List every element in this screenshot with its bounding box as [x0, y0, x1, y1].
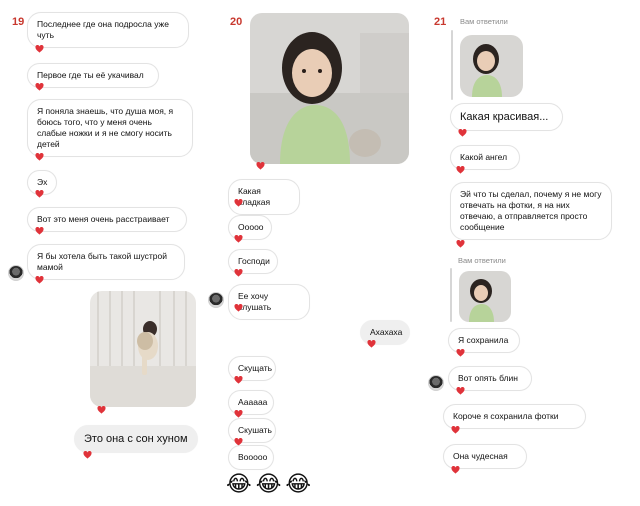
- avatar[interactable]: [8, 265, 24, 281]
- heart-reaction-icon: [35, 83, 44, 91]
- heart-reaction-icon: [451, 426, 460, 434]
- message-bubble[interactable]: Ее хочу слушать: [228, 284, 310, 320]
- heart-reaction-icon: [456, 349, 465, 357]
- message-bubble[interactable]: Последнее где она подросла уже чуть: [27, 12, 189, 48]
- message-bubble[interactable]: Я бы хотела быть такой шустрой мамой: [27, 244, 185, 280]
- heart-reaction-icon: [83, 451, 92, 459]
- screenshot-number-20: 20: [230, 16, 243, 28]
- heart-reaction-icon: [234, 269, 243, 277]
- heart-reaction-icon: [234, 235, 243, 243]
- message-bubble[interactable]: Вооооо: [228, 445, 274, 470]
- screenshot-number-19: 19: [12, 16, 25, 28]
- message-bubble[interactable]: Какая сладкая: [228, 179, 300, 215]
- photo-child-thumbnail: [459, 271, 511, 322]
- heart-reaction-icon: [97, 406, 106, 414]
- message-bubble[interactable]: Эй что ты сделал, почему я не могу отвеч…: [450, 182, 612, 240]
- reply-label: Вам ответили: [460, 17, 508, 26]
- message-bubble[interactable]: Первое где ты её укачивал: [27, 63, 159, 88]
- laughing-emoji-row: 😂😂😂: [226, 472, 316, 497]
- heart-reaction-icon: [35, 227, 44, 235]
- heart-reaction-icon: [234, 376, 243, 384]
- heart-reaction-icon: [35, 153, 44, 161]
- photo-child-on-sofa: [250, 13, 409, 164]
- photo-child-by-curtain: [90, 291, 196, 407]
- shared-photo[interactable]: [250, 13, 409, 164]
- photo-child-thumbnail: [460, 35, 523, 97]
- heart-reaction-icon: [35, 276, 44, 284]
- message-bubble[interactable]: Это она с сон хуном: [74, 425, 198, 453]
- heart-reaction-icon: [456, 240, 465, 248]
- replied-photo-thumbnail[interactable]: [460, 35, 523, 97]
- shared-photo[interactable]: [90, 291, 196, 407]
- replied-photo-thumbnail[interactable]: [459, 271, 511, 322]
- screenshot-number-21: 21: [434, 16, 447, 28]
- heart-reaction-icon: [458, 129, 467, 137]
- message-bubble[interactable]: Вот это меня очень расстраивает: [27, 207, 187, 232]
- message-bubble[interactable]: Я поняла знаешь, что душа моя, я боюсь т…: [27, 99, 193, 157]
- avatar[interactable]: [428, 375, 444, 391]
- heart-reaction-icon: [367, 340, 376, 348]
- heart-reaction-icon: [234, 410, 243, 418]
- heart-reaction-icon: [35, 45, 44, 53]
- heart-reaction-icon: [256, 162, 265, 170]
- reply-quote-bar: [450, 268, 452, 322]
- heart-reaction-icon: [456, 166, 465, 174]
- heart-reaction-icon: [451, 466, 460, 474]
- message-bubble[interactable]: Короче я сохранила фотки: [443, 404, 586, 429]
- reply-label: Вам ответили: [458, 256, 506, 265]
- heart-reaction-icon: [35, 190, 44, 198]
- heart-reaction-icon: [234, 199, 243, 207]
- message-bubble[interactable]: Какая красивая...: [450, 103, 563, 131]
- avatar[interactable]: [208, 292, 224, 308]
- heart-reaction-icon: [456, 387, 465, 395]
- heart-reaction-icon: [234, 304, 243, 312]
- reply-quote-bar: [451, 30, 453, 100]
